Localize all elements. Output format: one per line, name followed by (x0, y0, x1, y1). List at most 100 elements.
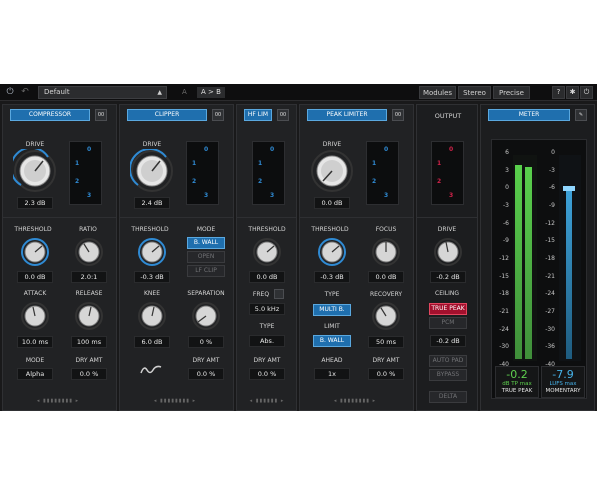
panel-scrollbar[interactable]: ◂ ▮▮▮▮▮▮▮▮ ▸ (33, 398, 83, 406)
band-label: 0 (270, 146, 275, 153)
peak-limiter-title[interactable]: PEAK LIMITER (307, 109, 387, 121)
tp-unit: dB TP max (502, 381, 532, 387)
tab-modules[interactable]: Modules (419, 86, 456, 99)
lufs-marker[interactable] (563, 185, 575, 191)
output-title: OUTPUT (434, 112, 462, 120)
preset-selector[interactable]: Default ▲ (38, 86, 167, 99)
tab-stereo[interactable]: Stereo (458, 86, 491, 99)
gear-icon[interactable]: ✱ (566, 86, 579, 99)
drive-value[interactable]: 2.3 dB (17, 197, 53, 209)
separation-knob[interactable] (191, 301, 221, 331)
undo-icon[interactable]: ↶ (19, 87, 31, 98)
attack-value[interactable]: 10.0 ms (17, 336, 53, 348)
dry-amt-value[interactable]: 0.0 % (71, 368, 107, 380)
dry-amt-value[interactable]: 0.0 % (249, 368, 285, 380)
clipper-title[interactable]: CLIPPER (127, 109, 207, 121)
lufs-value: -7.9 (552, 368, 574, 381)
ab-copy-button[interactable]: A > B (197, 87, 225, 98)
threshold-value[interactable]: -0.3 dB (314, 271, 350, 283)
threshold-label: THRESHOLD (248, 226, 286, 233)
ceiling-value[interactable]: -0.2 dB (430, 335, 466, 347)
focus-knob[interactable] (371, 237, 401, 267)
tab-precise[interactable]: Precise (493, 86, 530, 99)
divider (300, 217, 413, 218)
dry-amt-value[interactable]: 0.0 % (368, 368, 404, 380)
freq-toggle[interactable] (274, 289, 284, 299)
scale-tick-label: -36 (545, 343, 555, 351)
limit-label: LIMIT (324, 323, 340, 330)
recovery-knob[interactable] (371, 301, 401, 331)
release-knob[interactable] (74, 301, 104, 331)
clip-shape-icon[interactable] (140, 363, 162, 377)
tp-caption: TRUE PEAK (501, 388, 533, 394)
separation-value[interactable]: 0 % (188, 336, 224, 348)
knee-knob[interactable] (137, 301, 167, 331)
threshold-knob[interactable] (20, 237, 50, 267)
scale-tick-label: 3 (505, 166, 509, 174)
threshold-value[interactable]: 0.0 dB (17, 271, 53, 283)
mode-value[interactable]: Alpha (17, 368, 53, 380)
ahead-value[interactable]: 1x (314, 368, 350, 380)
output-drive-knob[interactable] (433, 237, 463, 267)
mode-open-button[interactable]: OPEN (187, 251, 225, 263)
a-button[interactable]: A (182, 87, 187, 98)
ratio-knob[interactable] (74, 237, 104, 267)
threshold-knob[interactable] (252, 237, 282, 267)
panel-scrollbar[interactable]: ◂ ▮▮▮▮▮▮ ▸ (243, 398, 291, 406)
threshold-label: THRESHOLD (131, 226, 169, 233)
band-label: 1 (192, 160, 197, 167)
threshold-value[interactable]: 0.0 dB (249, 271, 285, 283)
limit-bwall-button[interactable]: B. WALL (313, 335, 351, 347)
panel-scrollbar[interactable]: ◂ ▮▮▮▮▮▮▮▮ ▸ (330, 398, 380, 406)
ratio-value[interactable]: 2.0:1 (71, 271, 107, 283)
true-peak-button[interactable]: TRUE PEAK (429, 303, 467, 315)
band-label: 1 (75, 160, 80, 167)
knee-value[interactable]: 6.0 dB (134, 336, 170, 348)
hflim-title[interactable]: HF LIM (244, 109, 272, 121)
bypass-button[interactable]: BYPASS (429, 369, 467, 381)
band-display: 01 23 (252, 141, 285, 205)
auto-pad-button[interactable]: AUTO PAD (429, 355, 467, 367)
drive-label: DRIVE (25, 141, 45, 148)
power-icon[interactable]: ⏻ (580, 86, 593, 99)
mode-bwall-button[interactable]: B. WALL (187, 237, 225, 249)
band-label: 1 (258, 160, 263, 167)
compressor-panel: COMPRESSOR 00 DRIVE 2.3 dB 01 23 THRESHOL… (2, 104, 117, 411)
power-icon[interactable]: ⏻ (4, 87, 16, 98)
freq-value[interactable]: 5.0 kHz (249, 303, 285, 315)
help-button[interactable]: ? (552, 86, 565, 99)
top-bar: ⏻ ↶ Default ▲ A A > B Modules Stereo Prec… (0, 84, 597, 101)
panel-scrollbar[interactable]: ◂ ▮▮▮▮▮▮▮▮ ▸ (150, 398, 200, 406)
tp-readout: -0.2 dB TP max TRUE PEAK (495, 366, 539, 398)
band-label: 0 (204, 146, 209, 153)
compressor-title[interactable]: COMPRESSOR (10, 109, 90, 121)
release-value[interactable]: 100 ms (71, 336, 107, 348)
recovery-value[interactable]: 50 ms (368, 336, 404, 348)
focus-value[interactable]: 0.0 dB (368, 271, 404, 283)
chevron-updown-icon: ▲ (157, 89, 162, 96)
threshold-knob[interactable] (317, 237, 347, 267)
link-button[interactable]: 00 (277, 109, 289, 121)
link-button[interactable]: 00 (392, 109, 404, 121)
delta-button[interactable]: DELTA (429, 391, 467, 403)
link-button[interactable]: 00 (95, 109, 107, 121)
wrench-icon[interactable]: ✎ (575, 109, 587, 121)
pcm-button[interactable]: PCM (429, 317, 467, 329)
drive-value[interactable]: 0.0 dB (314, 197, 350, 209)
drive-value[interactable]: -0.2 dB (430, 271, 466, 283)
threshold-knob[interactable] (137, 237, 167, 267)
threshold-value[interactable]: -0.3 dB (134, 271, 170, 283)
lufs-unit: LUFS max (549, 381, 577, 387)
mode-lfclip-button[interactable]: LF CLIP (187, 265, 225, 277)
type-multiband-button[interactable]: MULTI B. (313, 304, 351, 316)
attack-knob[interactable] (20, 301, 50, 331)
drive-knob[interactable] (130, 149, 174, 193)
type-value[interactable]: Abs. (249, 335, 285, 347)
drive-value[interactable]: 2.4 dB (134, 197, 170, 209)
meter-title[interactable]: METER (488, 109, 570, 121)
drive-knob[interactable] (13, 149, 57, 193)
dry-amt-value[interactable]: 0.0 % (188, 368, 224, 380)
drive-knob[interactable] (310, 149, 354, 193)
link-button[interactable]: 00 (212, 109, 224, 121)
mode-label: MODE (196, 226, 216, 233)
